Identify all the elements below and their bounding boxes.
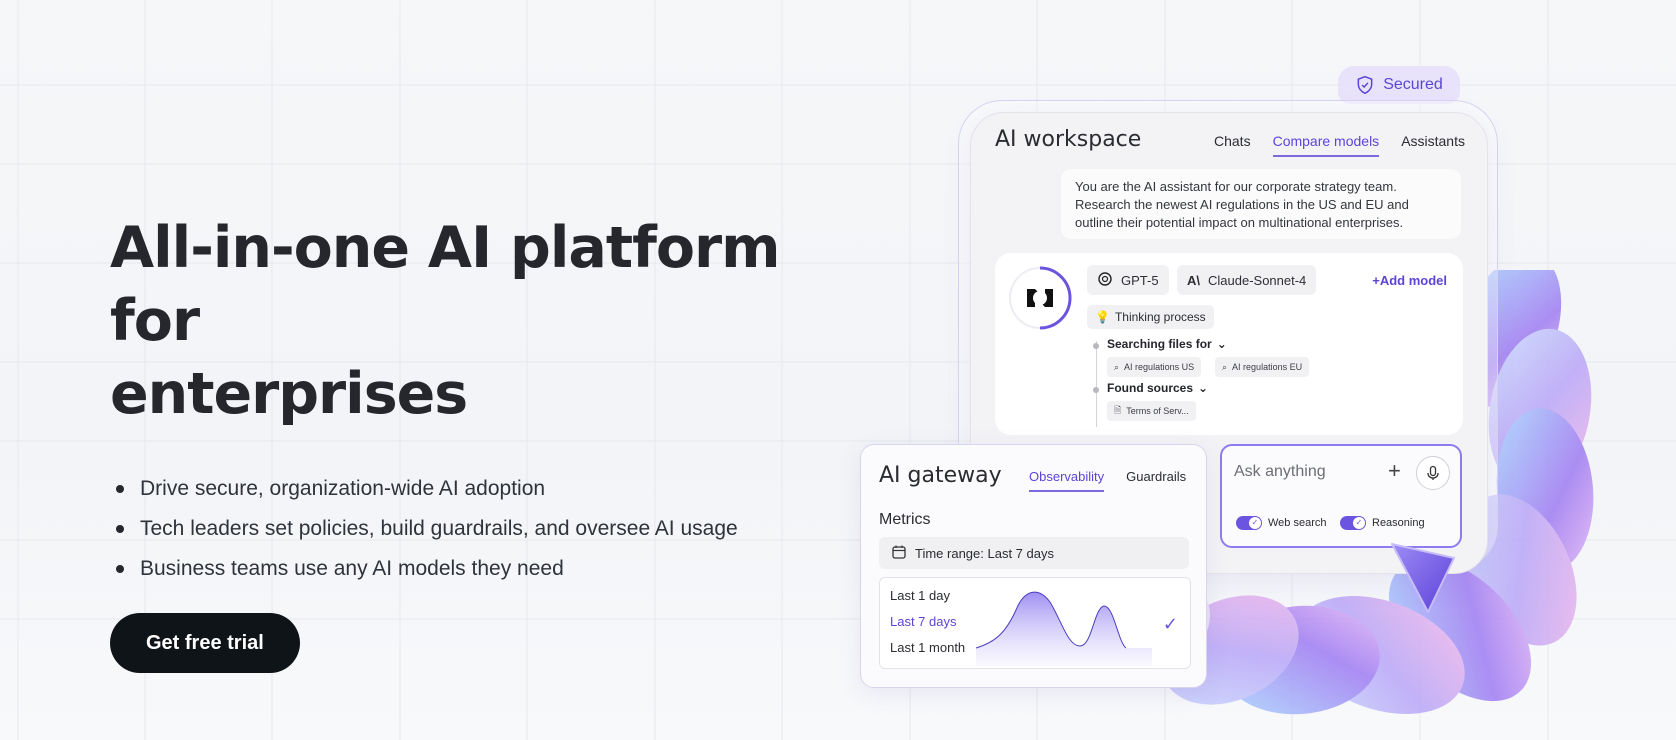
web-search-switch[interactable] [1236,516,1262,530]
tab-chats[interactable]: Chats [1214,133,1251,157]
search-chip[interactable]: ⌕ AI regulations EU [1215,357,1310,377]
thinking-process-chip[interactable]: 💡 Thinking process [1087,305,1214,329]
hero-title-line-2: enterprises [110,361,468,427]
hero-bullet: Drive secure, organization-wide AI adopt… [110,469,870,509]
reasoning-switch[interactable] [1340,516,1366,530]
document-icon: 🗎 [1114,405,1122,415]
step-found-sources[interactable]: Found sources ⌄ [1107,381,1208,395]
shield-check-icon [1357,75,1373,95]
option-last-1-month[interactable]: Last 1 month [890,640,965,655]
lightbulb-icon: 💡 [1095,310,1110,324]
source-chip-label: Terms of Serv... [1126,406,1189,416]
ask-box: + Web search Reasoning [1220,444,1462,548]
search-icon: ⌕ [1114,361,1120,372]
secured-badge: Secured [1338,66,1460,104]
model-chip-label: Claude-Sonnet-4 [1208,272,1307,288]
hero-bullet: Tech leaders set policies, build guardra… [110,509,870,549]
add-model-button[interactable]: +Add model [1372,273,1447,288]
anthropic-icon: A\ [1187,272,1200,288]
hero-title-line-1: All-in-one AI platform for [110,215,781,354]
search-chip-label: AI regulations US [1124,362,1195,372]
tab-compare-models[interactable]: Compare models [1272,133,1380,157]
option-last-7-days[interactable]: Last 7 days [890,614,957,629]
step-searching-files[interactable]: Searching files for ⌄ [1107,337,1227,351]
timeline-dot [1093,387,1099,393]
model-chip-label: GPT-5 [1121,272,1159,288]
step-label: Found sources [1107,381,1194,395]
search-icon: ⌕ [1222,361,1228,372]
assistant-logo-icon [1009,266,1072,330]
time-range-select[interactable]: Time range: Last 7 days [879,537,1189,569]
timeline-line [1096,341,1097,427]
tab-assistants[interactable]: Assistants [1401,133,1465,157]
workspace-tabs: Chats Compare models Assistants [1214,133,1465,157]
hero-bullet: Business teams use any AI models they ne… [110,549,870,589]
time-range-options: Last 1 day Last 7 days Last 1 month ✓ [879,577,1191,669]
calendar-icon [891,544,907,563]
thinking-process-label: Thinking process [1114,310,1206,324]
step-label: Searching files for [1107,337,1212,351]
timeline-dot [1093,343,1099,349]
option-last-1-day[interactable]: Last 1 day [890,588,950,603]
secured-badge-label: Secured [1383,76,1443,93]
check-icon: ✓ [1162,614,1178,634]
search-chip-label: AI regulations EU [1232,362,1303,372]
reasoning-label: Reasoning [1372,517,1425,529]
model-chip-claude[interactable]: A\ Claude-Sonnet-4 [1177,265,1317,295]
tab-observability[interactable]: Observability [1029,469,1105,492]
chevron-down-icon: ⌄ [1216,337,1227,351]
search-chip[interactable]: ⌕ AI regulations US [1107,357,1202,377]
gateway-title: AI gateway [879,463,1002,488]
gateway-tabs: Observability Guardrails [1029,469,1186,492]
usage-sparkline [976,591,1152,666]
reasoning-toggle[interactable]: Reasoning [1340,516,1425,530]
metrics-label: Metrics [879,511,931,528]
chevron-down-icon: ⌄ [1198,381,1209,395]
ask-input[interactable] [1234,460,1384,484]
get-free-trial-button[interactable]: Get free trial [110,613,300,673]
prompt-message: You are the AI assistant for our corpora… [1061,169,1461,239]
hero-section: All-in-one AI platform for enterprises D… [110,212,870,673]
workspace-title: AI workspace [995,127,1142,152]
ai-gateway-panel: AI gateway Observability Guardrails Metr… [860,444,1207,688]
microphone-icon[interactable] [1416,456,1450,490]
model-chip-gpt5[interactable]: GPT-5 [1087,265,1169,295]
hero-title: All-in-one AI platform for enterprises [110,212,870,431]
tab-guardrails[interactable]: Guardrails [1126,469,1186,492]
openai-icon [1097,271,1113,290]
web-search-toggle[interactable]: Web search [1236,516,1327,530]
plus-icon[interactable]: + [1388,458,1401,484]
model-comparison-card: GPT-5 A\ Claude-Sonnet-4 +Add model 💡 Th… [995,253,1463,435]
hero-bullet-list: Drive secure, organization-wide AI adopt… [110,469,870,589]
source-chip[interactable]: 🗎 Terms of Serv... [1107,401,1196,421]
web-search-label: Web search [1268,517,1327,529]
time-range-value: Time range: Last 7 days [915,545,1054,561]
